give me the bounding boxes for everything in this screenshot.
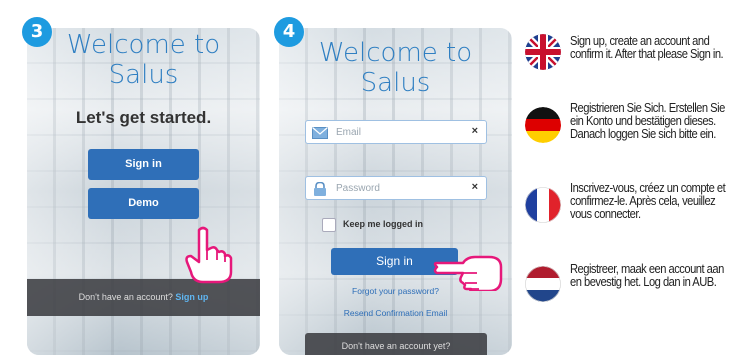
password-placeholder: Password — [336, 183, 380, 194]
lock-icon — [314, 182, 326, 196]
resend-confirmation-link[interactable]: Resend Confirmation Email — [279, 308, 512, 318]
netherlands-flag-icon — [525, 266, 561, 302]
no-account-text: Don't have an account? — [78, 292, 173, 302]
germany-flag-icon — [525, 107, 561, 143]
uk-flag-icon — [525, 34, 561, 70]
page-subtitle: Let's get started. — [75, 108, 212, 127]
step-badge-4: 4 — [274, 17, 304, 47]
instruction-text: Sign up, create an account and confirm i… — [570, 33, 724, 61]
signup-bar: Don't have an account yet? — [305, 333, 487, 355]
step-badge-3: 3 — [22, 17, 52, 47]
phone-screen-welcome: Welcome to Salus Let's get started. Sign… — [27, 28, 260, 355]
signup-bar: Don't have an account? Sign up — [27, 279, 260, 316]
instruction-text: Inscrivez-vous, créez un compte et confi… — [570, 180, 726, 221]
email-field[interactable]: Email × — [305, 120, 487, 144]
instruction-nl: Registreer, maak een account aan en beve… — [525, 262, 733, 322]
clear-icon[interactable]: × — [472, 125, 478, 137]
instruction-text: Registreer, maak een account aan en beve… — [570, 261, 724, 289]
welcome-title-line2: Salus — [360, 68, 431, 98]
welcome-title-line1: Welcome to — [66, 30, 221, 60]
phone-screen-login: Welcome to Salus Email × Password × Keep… — [279, 28, 512, 355]
email-placeholder: Email — [336, 127, 362, 138]
instruction-fr: Inscrivez-vous, créez un compte et confi… — [525, 181, 733, 241]
keep-logged-in-label: Keep me logged in — [343, 219, 424, 229]
demo-button[interactable]: Demo — [88, 188, 199, 219]
password-field[interactable]: Password × — [305, 176, 487, 200]
envelope-icon — [312, 127, 328, 139]
france-flag-icon — [525, 187, 561, 223]
instruction-text: Registrieren Sie Sich. Erstellen Sie ein… — [570, 100, 725, 141]
signup-link[interactable]: Sign up — [175, 292, 208, 302]
keep-logged-in-checkbox[interactable] — [322, 218, 336, 232]
welcome-title-line2: Salus — [108, 60, 179, 90]
pointing-hand-icon — [433, 255, 503, 291]
clear-icon[interactable]: × — [472, 181, 478, 193]
no-account-text[interactable]: Don't have an account yet? — [342, 341, 451, 351]
signin-button[interactable]: Sign in — [88, 149, 199, 180]
instruction-de: Registrieren Sie Sich. Erstellen Sie ein… — [525, 101, 733, 161]
pointing-hand-icon — [185, 226, 233, 284]
welcome-title-line1: Welcome to — [318, 38, 473, 68]
instruction-en: Sign up, create an account and confirm i… — [525, 34, 733, 94]
